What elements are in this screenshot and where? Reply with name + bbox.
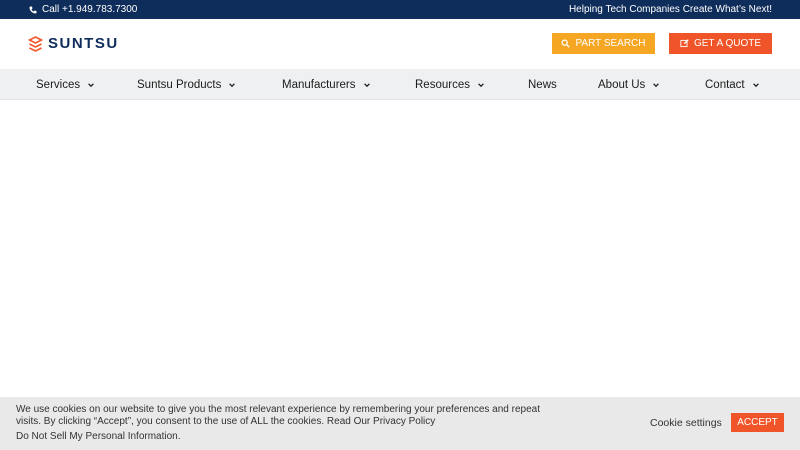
- logo-text: SUNTSU: [48, 35, 119, 52]
- accept-cookies-button[interactable]: ACCEPT: [731, 413, 784, 432]
- nav-item-label: News: [528, 78, 557, 91]
- get-quote-label: GET A QUOTE: [693, 38, 762, 49]
- part-search-label: PART SEARCH: [575, 38, 646, 49]
- nav-item-contact[interactable]: Contact: [705, 69, 760, 100]
- call-link[interactable]: Call +1.949.783.7300: [29, 4, 137, 15]
- call-label: Call +1.949.783.7300: [42, 4, 138, 15]
- header: SUNTSU PART SEARCH GET A QUOTE: [0, 19, 800, 69]
- nav-item-label: Services: [36, 78, 81, 91]
- get-quote-button[interactable]: GET A QUOTE: [669, 33, 772, 54]
- suntsu-logo-mark: [28, 35, 43, 52]
- nav-item-news[interactable]: News: [528, 69, 557, 100]
- nav-item-label: Suntsu Products: [137, 78, 222, 91]
- main-nav: Services Suntsu Products Manufacturers R…: [0, 69, 800, 100]
- edit-icon: [680, 39, 689, 48]
- logo[interactable]: SUNTSU: [28, 35, 119, 52]
- chevron-down-icon: [478, 82, 484, 87]
- nav-item-label: About Us: [598, 78, 646, 91]
- chevron-down-icon: [653, 82, 660, 87]
- chevron-down-icon: [363, 82, 370, 87]
- nav-item-about-us[interactable]: About Us: [598, 69, 660, 100]
- cookie-message-block: We use cookies on our website to give yo…: [16, 404, 556, 427]
- chevron-down-icon: [88, 82, 94, 87]
- nav-item-resources[interactable]: Resources: [415, 69, 485, 100]
- chevron-down-icon: [229, 82, 236, 87]
- nav-item-label: Resources: [415, 78, 470, 91]
- privacy-policy-link[interactable]: Read Our Privacy Policy: [327, 416, 435, 427]
- nav-item-services[interactable]: Services: [36, 69, 95, 100]
- main-content: [0, 101, 800, 397]
- cookie-settings-link[interactable]: Cookie settings: [650, 417, 722, 429]
- tagline: Helping Tech Companies Create What’s Nex…: [568, 4, 772, 15]
- top-bar: Call +1.949.783.7300 Helping Tech Compan…: [0, 0, 800, 19]
- chevron-down-icon: [752, 82, 759, 87]
- nav-item-manufacturers[interactable]: Manufacturers: [282, 69, 371, 100]
- cookie-banner: We use cookies on our website to give yo…: [0, 397, 800, 450]
- do-not-sell-link[interactable]: Do Not Sell My Personal Information.: [16, 431, 181, 442]
- nav-item-suntsu-products[interactable]: Suntsu Products: [137, 69, 236, 100]
- phone-icon: [29, 6, 37, 13]
- part-search-button[interactable]: PART SEARCH: [552, 33, 655, 54]
- cookie-message: We use cookies on our website to give yo…: [16, 404, 540, 427]
- nav-item-label: Contact: [705, 78, 745, 91]
- search-icon: [561, 39, 571, 48]
- nav-item-label: Manufacturers: [282, 78, 356, 91]
